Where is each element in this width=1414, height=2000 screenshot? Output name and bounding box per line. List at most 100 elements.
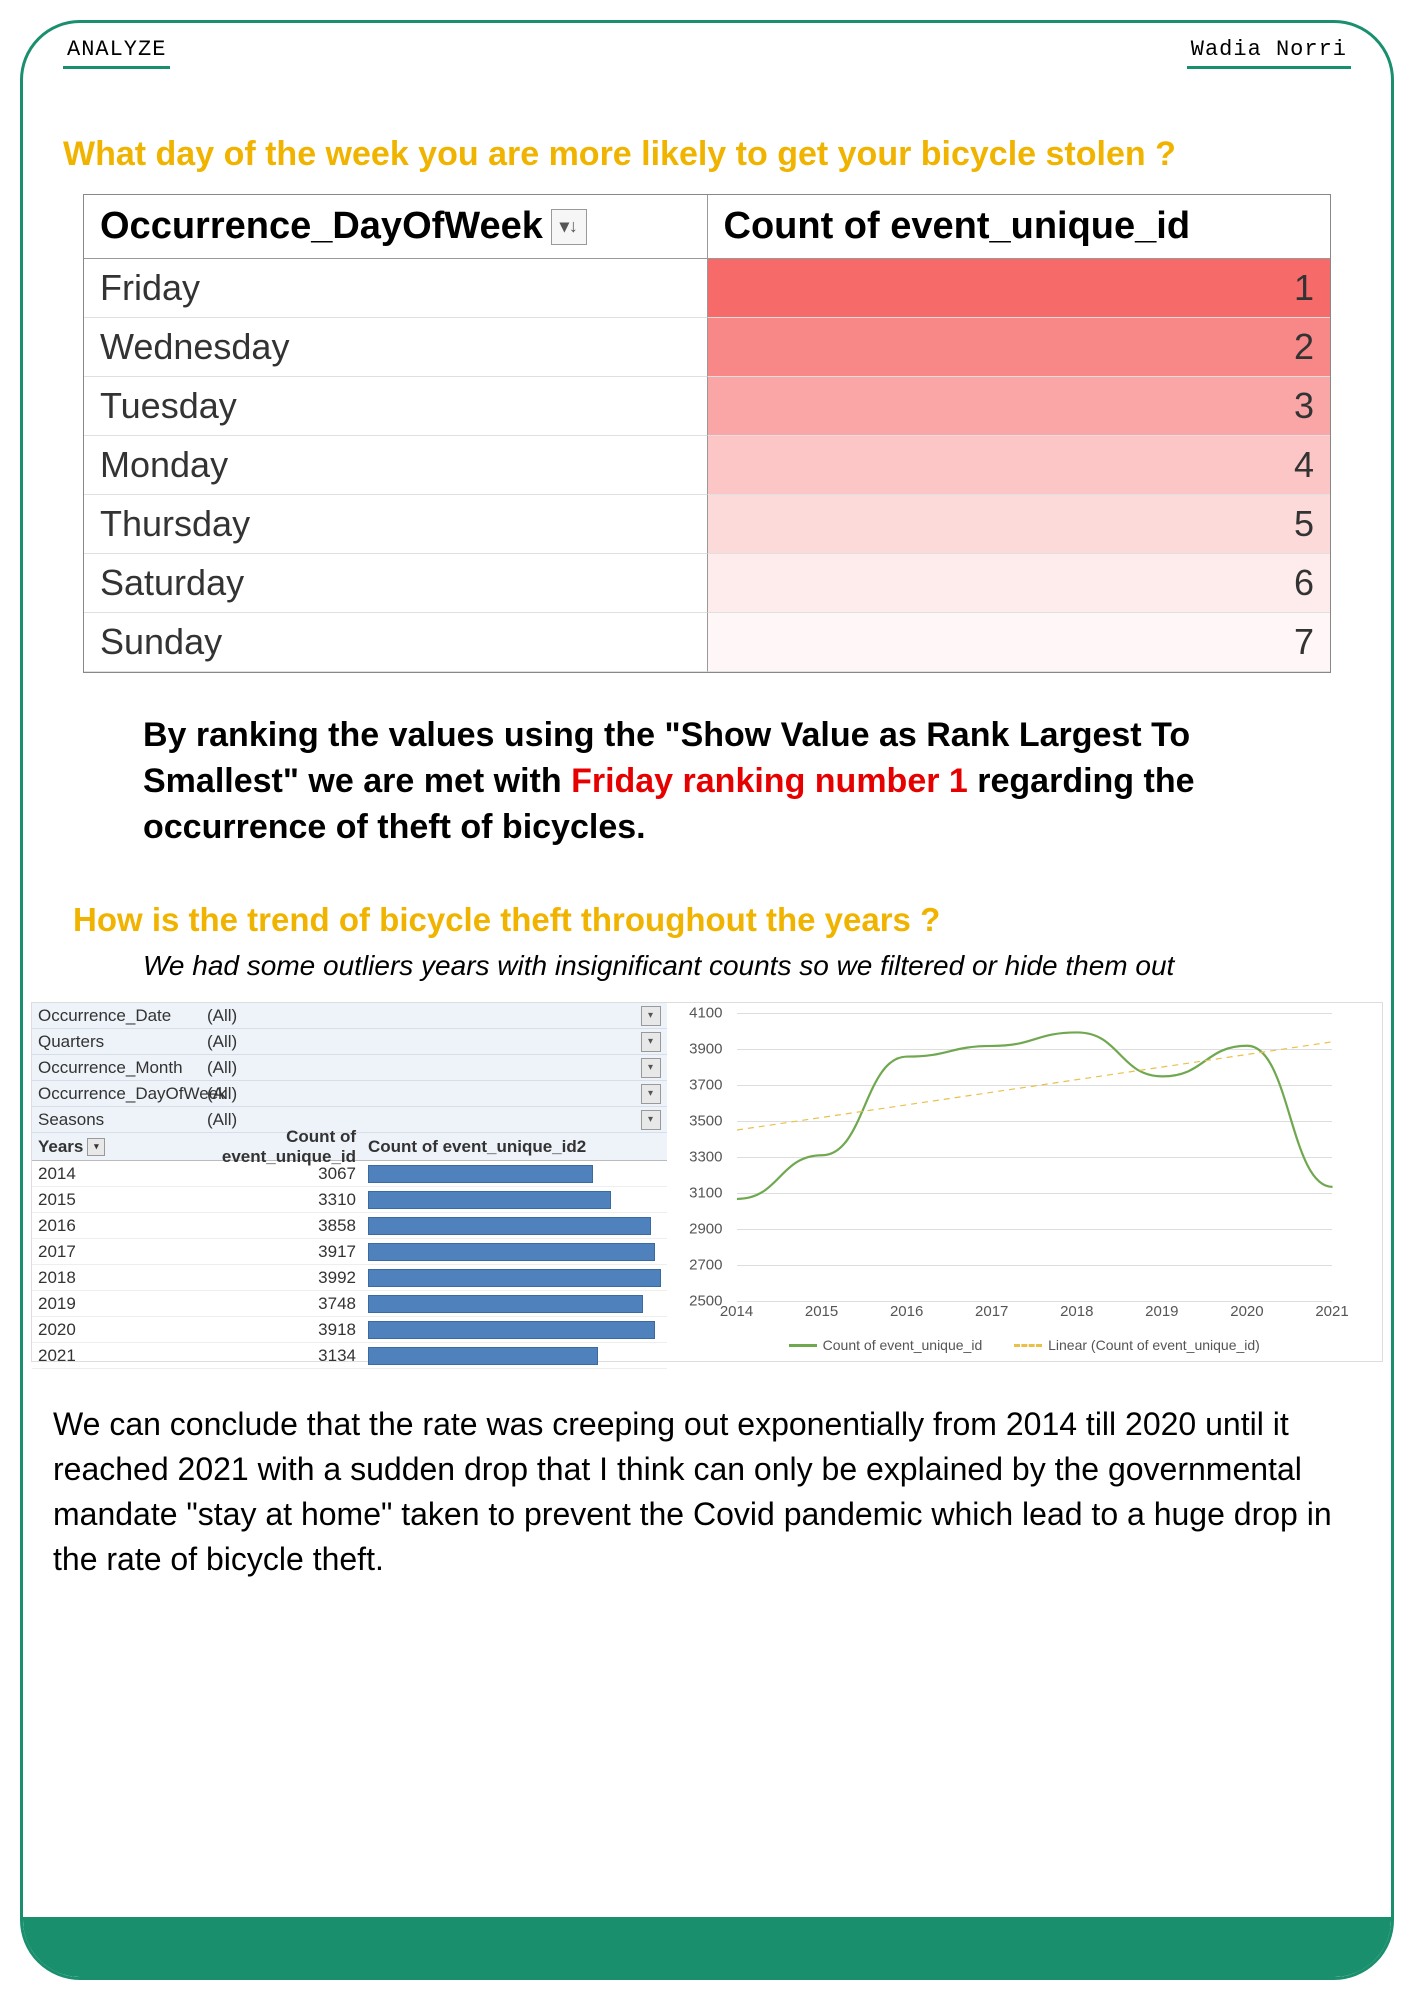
data-bar: [368, 1243, 655, 1261]
y-tick-label: 2700: [689, 1257, 722, 1274]
y-tick-label: 3900: [689, 1041, 722, 1058]
rank-cell: 5: [707, 495, 1331, 554]
dropdown-icon[interactable]: ▾: [641, 1006, 661, 1026]
excel-pivot-block: Occurrence_Date(All)▾Quarters(All)▾Occur…: [31, 1002, 1383, 1362]
dropdown-icon[interactable]: ▾: [641, 1058, 661, 1078]
year-cell: 2018: [32, 1268, 152, 1288]
bar-cell: [362, 1293, 667, 1315]
chart-plot-area: [737, 1013, 1333, 1301]
day-cell: Friday: [84, 259, 707, 318]
count-cell: 3992: [152, 1268, 362, 1288]
year-table-header: Years ▾ Count of event_unique_id Count o…: [32, 1133, 667, 1161]
year-header-label: Years: [38, 1137, 83, 1157]
question-1-heading: What day of the week you are more likely…: [23, 75, 1391, 194]
rank-cell: 4: [707, 436, 1331, 495]
trend-line: [737, 1042, 1333, 1130]
filter-field-value: (All): [207, 1006, 287, 1026]
data-bar: [368, 1295, 643, 1313]
table-row: Thursday5: [84, 495, 1330, 554]
year-cell: 2019: [32, 1294, 152, 1314]
pivot-left-panel: Occurrence_Date(All)▾Quarters(All)▾Occur…: [32, 1003, 667, 1361]
bar-cell: [362, 1215, 667, 1237]
bar-cell: [362, 1189, 667, 1211]
data-bar: [368, 1191, 611, 1209]
bar-cell: [362, 1163, 667, 1185]
y-tick-label: 3100: [689, 1185, 722, 1202]
legend-trend-label: Linear (Count of event_unique_id): [1048, 1337, 1260, 1353]
day-cell: Monday: [84, 436, 707, 495]
filter-field-name: Occurrence_Month: [32, 1058, 207, 1078]
sort-filter-icon[interactable]: ▾↓: [551, 209, 587, 245]
data-bar: [368, 1217, 651, 1235]
outliers-note: We had some outliers years with insignif…: [23, 947, 1391, 1003]
dropdown-icon[interactable]: ▾: [641, 1032, 661, 1052]
count-cell: 3918: [152, 1320, 362, 1340]
table-row: Saturday6: [84, 554, 1330, 613]
count-cell: 3310: [152, 1190, 362, 1210]
year-row: 20213134: [32, 1343, 667, 1369]
rank-cell: 2: [707, 318, 1331, 377]
year-cell: 2015: [32, 1190, 152, 1210]
filter-applied-icon[interactable]: ▾: [87, 1138, 105, 1156]
dropdown-icon[interactable]: ▾: [641, 1110, 661, 1130]
dropdown-icon[interactable]: ▾: [641, 1084, 661, 1104]
rank-cell: 7: [707, 613, 1331, 672]
column-header-count: Count of event_unique_id: [707, 195, 1331, 258]
x-tick-label: 2018: [1060, 1303, 1093, 1320]
y-tick-label: 3500: [689, 1113, 722, 1130]
x-tick-label: 2017: [975, 1303, 1008, 1320]
y-tick-label: 3700: [689, 1077, 722, 1094]
pivot-filter-row: Occurrence_Date(All)▾: [32, 1003, 667, 1029]
y-tick-label: 3300: [689, 1149, 722, 1166]
year-row: 20153310: [32, 1187, 667, 1213]
explain1-highlight: Friday ranking number 1: [571, 762, 968, 800]
year-row: 20143067: [32, 1161, 667, 1187]
bar-cell: [362, 1345, 667, 1367]
x-tick-label: 2020: [1230, 1303, 1263, 1320]
pivot-filter-row: Occurrence_Month(All) ▾: [32, 1055, 667, 1081]
column-header-dayofweek: Occurrence_DayOfWeek ▾↓: [84, 195, 707, 258]
legend-series-label: Count of event_unique_id: [823, 1337, 983, 1353]
page-frame: ANALYZE Wadia Norri What day of the week…: [20, 20, 1394, 1980]
rank-cell: 6: [707, 554, 1331, 613]
y-axis-labels: 250027002900310033003500370039004100: [677, 1013, 727, 1301]
y-tick-label: 4100: [689, 1005, 722, 1022]
x-tick-label: 2021: [1315, 1303, 1348, 1320]
day-cell: Tuesday: [84, 377, 707, 436]
count-cell: 3858: [152, 1216, 362, 1236]
chart-legend: Count of event_unique_id Linear (Count o…: [667, 1334, 1383, 1354]
x-tick-label: 2016: [890, 1303, 923, 1320]
filter-field-value: (All): [207, 1058, 287, 1078]
column-header-dayofweek-label: Occurrence_DayOfWeek: [100, 205, 543, 248]
count-cell: 3917: [152, 1242, 362, 1262]
day-cell: Saturday: [84, 554, 707, 613]
y-tick-label: 2900: [689, 1221, 722, 1238]
count-cell: 3748: [152, 1294, 362, 1314]
bar-cell: [362, 1319, 667, 1341]
year-row: 20163858: [32, 1213, 667, 1239]
year-cell: 2021: [32, 1346, 152, 1366]
legend-swatch-green: [789, 1344, 817, 1347]
header-section-label: ANALYZE: [63, 37, 170, 69]
trend-chart: 250027002900310033003500370039004100 201…: [667, 1003, 1383, 1361]
count-cell: 3067: [152, 1164, 362, 1184]
year-cell: 2020: [32, 1320, 152, 1340]
table-row: Sunday7: [84, 613, 1330, 672]
day-cell: Wednesday: [84, 318, 707, 377]
day-of-week-table: Occurrence_DayOfWeek ▾↓ Count of event_u…: [83, 194, 1331, 673]
legend-swatch-dashed: [1014, 1344, 1042, 1347]
data-bar: [368, 1165, 593, 1183]
x-tick-label: 2015: [805, 1303, 838, 1320]
filter-field-name: Quarters: [32, 1032, 207, 1052]
conclusion-paragraph: We can conclude that the rate was creepi…: [23, 1362, 1391, 1611]
x-axis-labels: 20142015201620172018201920202021: [737, 1303, 1333, 1323]
filter-field-value: (All): [207, 1032, 287, 1052]
table-row: Friday1: [84, 259, 1330, 318]
question-2-heading: How is the trend of bicycle theft throug…: [23, 881, 1391, 947]
day-cell: Thursday: [84, 495, 707, 554]
day-cell: Sunday: [84, 613, 707, 672]
year-row: 20193748: [32, 1291, 667, 1317]
data-bar: [368, 1321, 655, 1339]
legend-item-series: Count of event_unique_id: [789, 1337, 983, 1353]
data-bar: [368, 1347, 598, 1365]
